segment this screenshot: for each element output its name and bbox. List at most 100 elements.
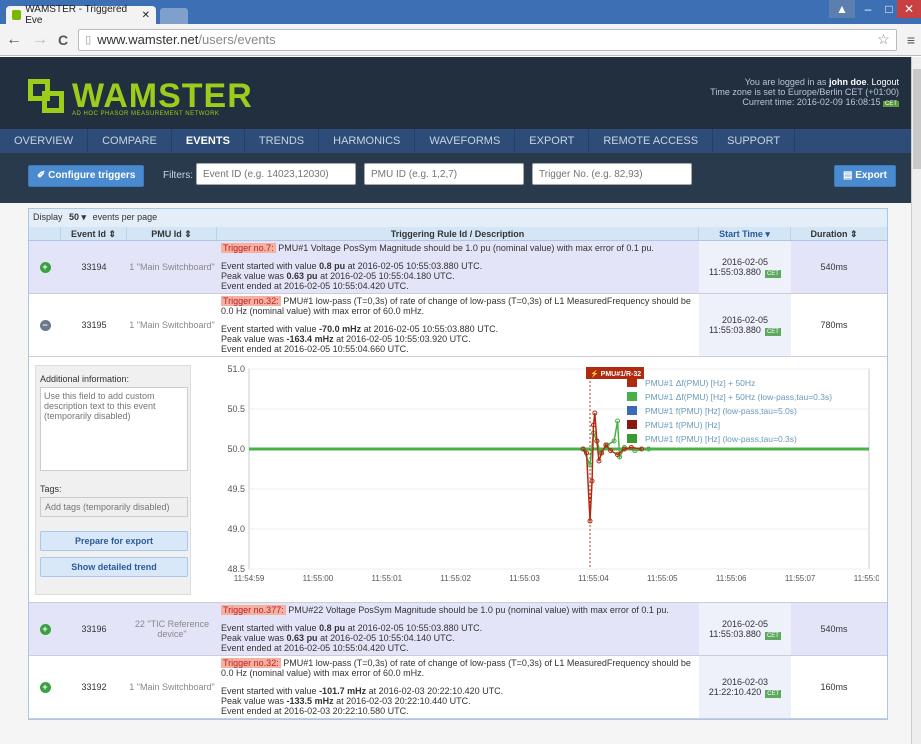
trigger-badge[interactable]: Trigger no.32: [221, 658, 281, 668]
header-description[interactable]: Triggering Rule Id / Description [217, 227, 699, 240]
nav-item-export[interactable]: EXPORT [515, 129, 590, 153]
peak-suffix: at 2016-02-05 10:55:03.920 UTC. [333, 334, 471, 344]
legend-label: PMU#1 f(PMU) [Hz] (low-pass,tau=5.0s) [645, 406, 797, 416]
start-clock: 11:55:03.880 [709, 325, 761, 335]
chart-svg[interactable]: 51.0 50.5 50.0 49.5 49.0 48.511:54:59 11:55:00… [209, 359, 884, 599]
logo-subtitle: AD HOC PHASOR MEASUREMENT NETWORK [72, 111, 220, 117]
nav-item-overview[interactable]: OVERVIEW [0, 129, 89, 153]
trigger-badge[interactable]: Trigger no.377: [221, 605, 286, 615]
favicon-icon [12, 10, 22, 20]
peak-value: 0.63 pu [286, 633, 318, 643]
logout-link[interactable]: Logout [871, 77, 899, 87]
header-event-id[interactable]: Event Id ⇕ [61, 227, 127, 240]
page-size-value: 50 [69, 212, 80, 222]
nav-item-harmonics[interactable]: HARMONICS [319, 129, 416, 153]
display-per-page: Display 50 ▾ events per page [29, 209, 887, 227]
cet-badge: CET [764, 632, 781, 640]
header-start-time[interactable]: Start Time ▾ [699, 227, 791, 240]
header-duration[interactable]: Duration ⇕ [791, 227, 877, 240]
tab-close-icon[interactable]: ✕ [142, 10, 150, 21]
start-time: 2016-02-05 11:55:03.880 CET [699, 241, 791, 293]
pmu-id-filter-input[interactable] [364, 163, 524, 185]
scrollbar-thumb[interactable] [913, 69, 921, 169]
x-tick-label: 11:55:04 [578, 574, 609, 583]
tab-title: WAMSTER - Triggered Eve [25, 4, 128, 26]
additional-info-field[interactable] [40, 387, 188, 471]
end-text: Event ended at 2016-02-05 10:55:04.420 U… [221, 643, 409, 653]
x-tick-label: 11:55:05 [647, 574, 678, 583]
event-id-filter-input[interactable] [196, 163, 356, 185]
peak-suffix: at 2016-02-05 10:55:04.140 UTC. [317, 633, 455, 643]
filter-bar: ✐ Configure triggers Filters: ▤ Export [0, 153, 911, 203]
event-id: 33196 [81, 624, 107, 634]
new-tab-button[interactable] [160, 8, 188, 24]
timezone-text: Time zone is set to Europe/Berlin CET (+… [710, 87, 899, 97]
prepare-export-button[interactable]: Prepare for export [40, 531, 188, 551]
end-text: Event ended at 2016-02-05 10:55:04.660 U… [221, 344, 409, 354]
event-chart[interactable]: 51.0 50.5 50.0 49.5 49.0 48.5 11:54:59 11:55:00… [209, 359, 884, 599]
nav-item-compare[interactable]: COMPARE [88, 129, 172, 153]
row-toggle[interactable]: − [29, 294, 61, 356]
row-toggle[interactable]: + [29, 603, 61, 655]
expand-icon[interactable]: + [39, 623, 51, 635]
x-tick-label: 11:55:07 [785, 574, 816, 583]
nav-item-support[interactable]: SUPPORT [713, 129, 796, 153]
trigger-badge[interactable]: Trigger no.7: [221, 243, 276, 253]
legend-label: PMU#1 Δf(PMU) [Hz] + 50Hz [645, 378, 755, 388]
table-row[interactable]: −33195 1 "Main Switchboard" Trigger no.32:… [29, 294, 887, 357]
table-row[interactable]: +33192 1 "Main Switchboard" Trigger no.32:… [29, 656, 887, 719]
user-icon[interactable]: ▲ [829, 0, 855, 18]
wamster-logo[interactable]: WAMSTER [28, 79, 253, 113]
expand-icon[interactable]: + [39, 261, 51, 273]
legend-label: PMU#1 f(PMU) [Hz] (low-pass,tau=0.3s) [645, 434, 797, 444]
nav-item-remote-access[interactable]: REMOTE ACCESS [589, 129, 714, 153]
reload-button[interactable]: C [58, 32, 68, 48]
nav-item-trends[interactable]: TRENDS [245, 129, 320, 153]
start-date: 2016-02-05 [721, 315, 769, 325]
display-suffix: events per page [92, 212, 158, 222]
table-row[interactable]: +33194 1 "Main Switchboard" Trigger no.7: … [29, 241, 887, 294]
tags-field[interactable] [40, 497, 188, 517]
start-time: 2016-02-05 11:55:03.880 CET [699, 603, 791, 655]
pmu-id: 22 "TIC Reference device" [134, 619, 210, 639]
current-time: Current time: 2016-02-09 16:08:15 [742, 97, 881, 107]
start-prefix: Event started with value [221, 686, 320, 696]
start-prefix: Event started with value [221, 623, 320, 633]
start-value: -70.0 mHz [319, 324, 362, 334]
export-button[interactable]: ▤ Export [834, 165, 896, 187]
event-id: 33195 [81, 320, 107, 330]
table-row[interactable]: +33196 22 "TIC Reference device" Trigger n… [29, 603, 887, 656]
end-text: Event ended at 2016-02-03 20:22:10.580 U… [221, 706, 409, 716]
expand-icon[interactable]: + [39, 681, 51, 693]
table-header: Event Id ⇕ PMU Id ⇕ Triggering Rule Id /… [29, 227, 887, 241]
main-nav: OVERVIEW COMPARE EVENTS TRENDS HARMONICS WAVE… [0, 129, 911, 153]
trigger-badge[interactable]: Trigger no.32: [221, 296, 281, 306]
peak-suffix: at 2016-02-03 20:22:10.440 UTC. [333, 696, 471, 706]
address-bar[interactable]: ▯ www.wamster.net/users/events ☆ [78, 28, 897, 51]
show-trend-button[interactable]: Show detailed trend [40, 557, 188, 577]
nav-item-waveforms[interactable]: WAVEFORMS [415, 129, 516, 153]
back-button[interactable]: ← [6, 31, 22, 49]
page-size-select[interactable]: 50 ▾ [65, 212, 90, 222]
trigger-filter-input[interactable] [532, 163, 692, 185]
site-header: WAMSTER AD HOC PHASOR MEASUREMENT NETWOR… [0, 57, 911, 129]
start-date: 2016-02-05 [721, 257, 769, 267]
close-window-button[interactable]: ✕ [897, 0, 921, 18]
nav-item-events[interactable]: EVENTS [172, 129, 245, 153]
start-clock: 21:22:10.420 [708, 687, 762, 697]
page-scrollbar[interactable] [911, 57, 921, 744]
collapse-icon[interactable]: − [39, 319, 51, 331]
row-toggle[interactable]: + [29, 241, 61, 293]
browser-menu-icon[interactable]: ≡ [907, 32, 915, 48]
start-suffix: at 2016-02-05 10:55:03.880 UTC. [345, 623, 483, 633]
start-suffix: at 2016-02-03 20:22:10.420 UTC. [366, 686, 504, 696]
additional-info-label: Additional information: [40, 374, 130, 384]
duration: 160ms [820, 682, 848, 692]
bookmark-star-icon[interactable]: ☆ [877, 31, 890, 48]
header-pmu-id[interactable]: PMU Id ⇕ [127, 227, 217, 240]
start-clock: 11:55:03.880 [709, 267, 761, 277]
forward-button[interactable]: → [32, 31, 48, 49]
browser-tab[interactable]: WAMSTER - Triggered Eve ✕ [6, 4, 156, 26]
configure-triggers-button[interactable]: ✐ Configure triggers [28, 165, 145, 187]
row-toggle[interactable]: + [29, 656, 61, 718]
